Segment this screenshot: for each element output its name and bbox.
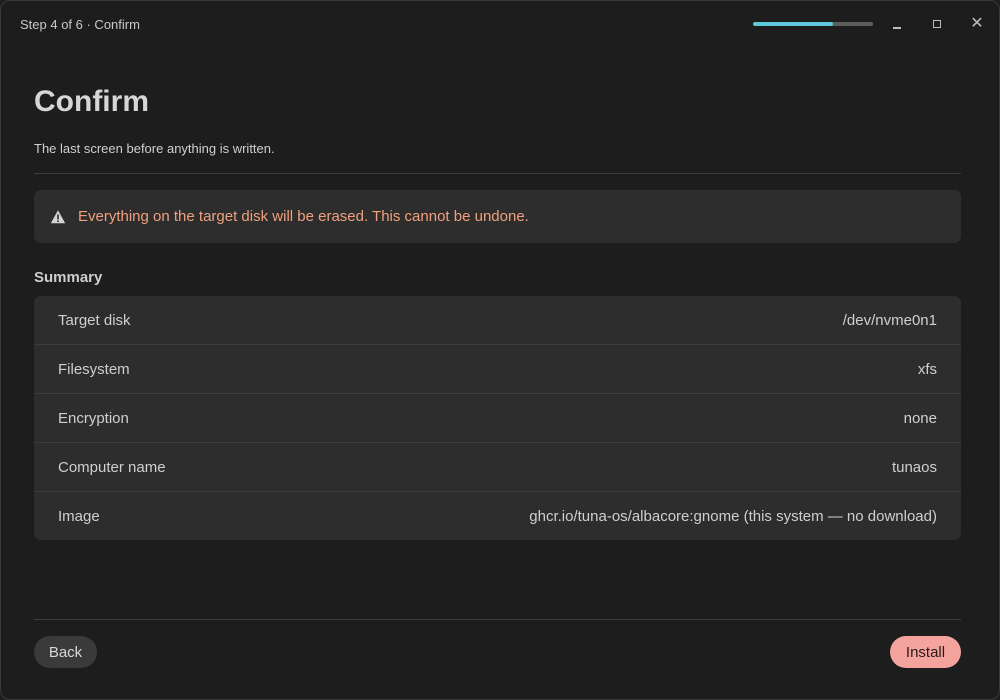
row-value: ghcr.io/tuna-os/albacore:gnome (this sys…: [529, 507, 937, 525]
minimize-button[interactable]: [887, 14, 907, 34]
summary-row-target-disk: Target disk /dev/nvme0n1: [34, 296, 961, 344]
warning-triangle-icon: [50, 209, 66, 225]
summary-row-encryption: Encryption none: [34, 393, 961, 442]
footer-divider: [34, 619, 961, 620]
summary-row-filesystem: Filesystem xfs: [34, 344, 961, 393]
row-label: Target disk: [58, 311, 131, 329]
row-label: Image: [58, 507, 100, 525]
maximize-icon: [933, 20, 941, 28]
row-label: Encryption: [58, 409, 129, 427]
row-value: tunaos: [891, 458, 937, 476]
warning-text: Everything on the target disk will be er…: [78, 208, 529, 225]
step-progress-bar: [753, 22, 873, 26]
titlebar: Step 4 of 6 · Confirm ✕: [1, 1, 999, 48]
erase-warning-banner: Everything on the target disk will be er…: [34, 190, 961, 243]
summary-row-image: Image ghcr.io/tuna-os/albacore:gnome (th…: [34, 491, 961, 540]
row-label: Computer name: [58, 458, 166, 476]
row-value: none: [903, 409, 937, 427]
summary-row-computer-name: Computer name tunaos: [34, 442, 961, 491]
page-subtitle: The last screen before anything is writt…: [34, 141, 275, 156]
step-progress-fill: [753, 22, 834, 26]
row-value: xfs: [917, 360, 937, 378]
summary-title: Summary: [34, 269, 103, 286]
step-label: Step 4 of 6 · Confirm: [20, 17, 140, 32]
close-button[interactable]: ✕: [967, 14, 987, 34]
installer-window: Step 4 of 6 · Confirm ✕ Confirm The last…: [0, 0, 1000, 700]
maximize-button[interactable]: [927, 14, 947, 34]
page-title: Confirm: [34, 85, 149, 118]
summary-list: Target disk /dev/nvme0n1 Filesystem xfs …: [34, 296, 961, 540]
install-button[interactable]: Install: [890, 636, 961, 668]
header-divider: [34, 173, 961, 174]
row-label: Filesystem: [58, 360, 130, 378]
close-icon: ✕: [970, 15, 984, 32]
row-value: /dev/nvme0n1: [842, 311, 937, 329]
back-button[interactable]: Back: [34, 636, 97, 668]
minimize-icon: [893, 27, 901, 29]
